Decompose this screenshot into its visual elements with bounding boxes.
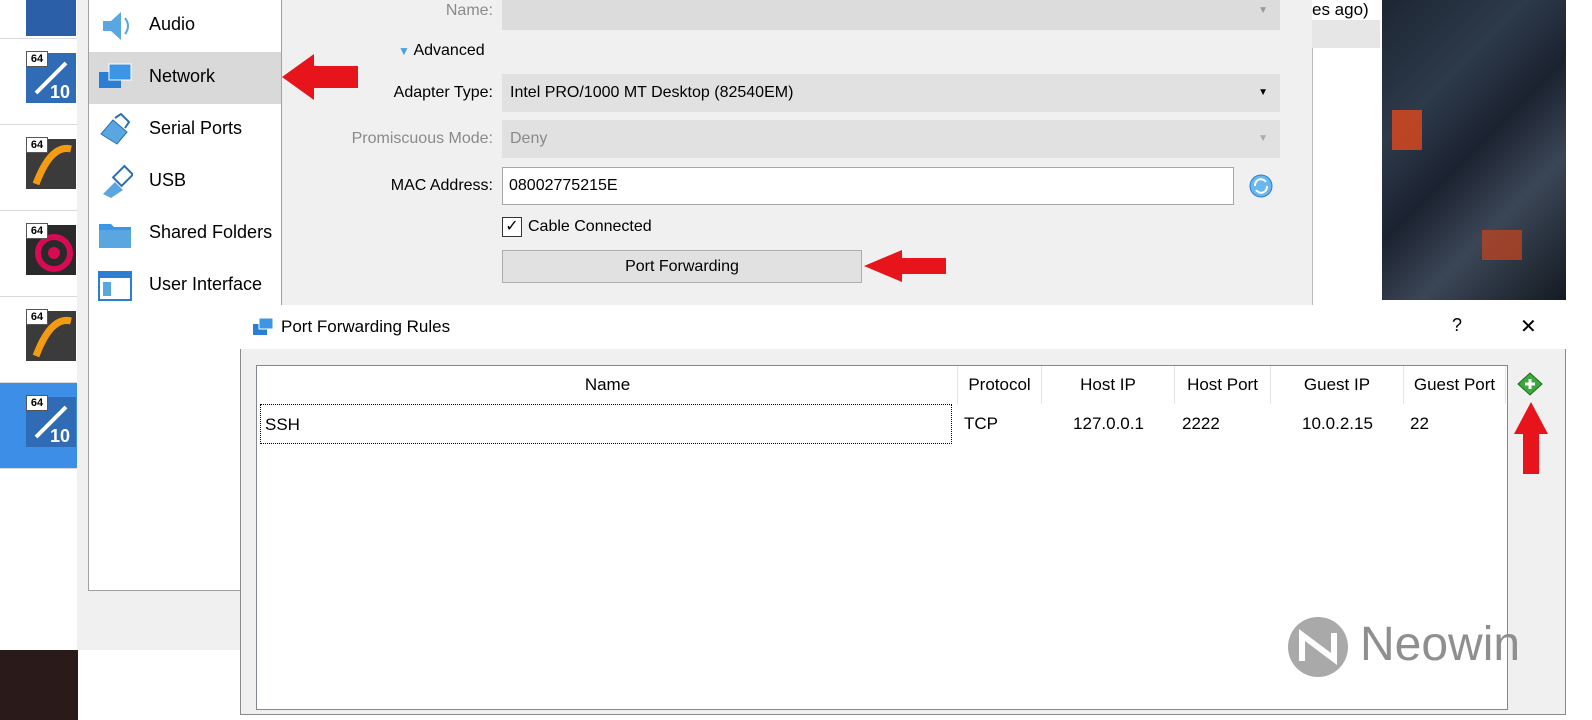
dialog-title-bar: Port Forwarding Rules ? ✕ [240, 305, 1566, 349]
user-interface-icon [98, 271, 132, 301]
sidebar-item-shared-folders[interactable]: Shared Folders [89, 208, 281, 260]
adapter-type-value: Intel PRO/1000 MT Desktop (82540EM) [510, 84, 794, 101]
folder-icon [99, 224, 131, 248]
rule-host-ip-cell[interactable]: 127.0.0.1 [1042, 404, 1175, 444]
sidebar-item-audio[interactable]: Audio [89, 0, 281, 52]
column-header-protocol[interactable]: Protocol [958, 366, 1042, 404]
sidebar-item-label: Network [149, 66, 216, 86]
mac-address-field[interactable]: 08002775215E [502, 167, 1234, 205]
rule-name-cell[interactable]: SSH [260, 404, 952, 444]
sidebar-item-label: USB [149, 170, 187, 190]
audio-icon [103, 12, 129, 40]
sidebar-item-serial-ports[interactable]: Serial Ports [89, 104, 281, 156]
red-arrow-annotation [864, 250, 946, 282]
column-header-host-ip[interactable]: Host IP [1042, 366, 1175, 404]
rule-guest-ip-cell[interactable]: 10.0.2.15 [1271, 404, 1404, 444]
chevron-down-icon: ▼ [1258, 87, 1268, 98]
advanced-label: Advanced [413, 42, 485, 59]
vm-item[interactable]: 64 [0, 125, 78, 211]
watermark-text: Neowin [1360, 618, 1521, 671]
rule-protocol-cell[interactable]: TCP [964, 404, 1042, 444]
sidebar-item-label: Audio [149, 14, 196, 34]
bits-badge: 64 [26, 395, 48, 411]
network-icon [253, 317, 274, 335]
bits-badge: 64 [26, 223, 48, 239]
sidebar-item-label: User Interface [149, 274, 263, 294]
column-header-host-port[interactable]: Host Port [1175, 366, 1271, 404]
refresh-mac-icon[interactable] [1248, 173, 1274, 199]
chevron-down-icon: ▼ [1258, 133, 1268, 144]
add-rule-icon[interactable] [1516, 371, 1544, 397]
network-icon [99, 63, 132, 88]
vm-list: 10 64 64 64 64 10 64 [0, 0, 79, 650]
windows-10-icon [26, 0, 76, 36]
sidebar-item-network[interactable]: Network [89, 52, 281, 104]
red-arrow-annotation [282, 54, 358, 100]
sidebar-item-usb[interactable]: USB [89, 156, 281, 208]
vm-item[interactable]: 10 64 [0, 39, 78, 125]
background-row [1312, 20, 1380, 48]
adapter-type-select[interactable]: Intel PRO/1000 MT Desktop (82540EM) ▼ [502, 74, 1280, 112]
usb-icon [103, 164, 133, 198]
vm-item[interactable]: 64 [0, 211, 78, 297]
sidebar-item-label: Shared Folders [149, 222, 273, 242]
bits-badge: 64 [26, 51, 48, 67]
vm-item[interactable]: 64 [0, 297, 78, 383]
cable-connected-label: Cable Connected [528, 218, 652, 235]
bits-badge: 64 [26, 309, 48, 325]
serial-port-icon [100, 112, 131, 145]
wallpaper-accent [1392, 110, 1422, 150]
wallpaper-accent [1482, 230, 1522, 260]
svg-text:10: 10 [50, 426, 70, 446]
rule-guest-port-cell[interactable]: 22 [1410, 404, 1506, 444]
vm-item-selected[interactable]: 10 64 [0, 383, 78, 469]
mac-address-label: MAC Address: [390, 177, 493, 194]
vm-item[interactable] [0, 0, 78, 39]
rule-host-port-cell[interactable]: 2222 [1182, 404, 1271, 444]
help-button[interactable]: ? [1452, 315, 1462, 336]
column-header-guest-port[interactable]: Guest Port [1404, 366, 1506, 404]
promiscuous-mode-label: Promiscuous Mode: [351, 130, 493, 147]
name-combo[interactable]: ▼ [502, 0, 1280, 30]
port-forwarding-button[interactable]: Port Forwarding [502, 250, 862, 283]
chevron-down-icon: ▼ [1258, 5, 1268, 16]
desktop-background [0, 650, 78, 720]
network-settings-panel: Name: ▼ ▼ Advanced Adapter Type: Intel P… [290, 0, 1300, 305]
svg-text:10: 10 [50, 82, 70, 102]
column-header-guest-ip[interactable]: Guest IP [1271, 366, 1404, 404]
close-button[interactable]: ✕ [1520, 314, 1537, 339]
red-arrow-annotation [1514, 402, 1548, 474]
column-header-name[interactable]: Name [258, 366, 958, 404]
bits-badge: 64 [26, 137, 48, 153]
desktop-wallpaper [1382, 0, 1566, 300]
name-label: Name: [445, 2, 493, 19]
promiscuous-mode-select[interactable]: Deny ▼ [502, 120, 1280, 158]
neowin-logo-icon [1288, 617, 1348, 677]
dialog-title: Port Forwarding Rules [281, 317, 451, 336]
advanced-toggle[interactable]: ▼ Advanced [398, 42, 485, 60]
sidebar-item-label: Serial Ports [149, 118, 243, 138]
neowin-watermark: Neowin [1286, 615, 1566, 685]
promiscuous-mode-value: Deny [510, 130, 548, 147]
cable-connected-checkbox[interactable]: ✓ [502, 217, 522, 237]
expand-triangle-icon: ▼ [398, 44, 410, 58]
background-text: es ago) [1312, 0, 1369, 19]
background-window: es ago) [1312, 0, 1380, 48]
